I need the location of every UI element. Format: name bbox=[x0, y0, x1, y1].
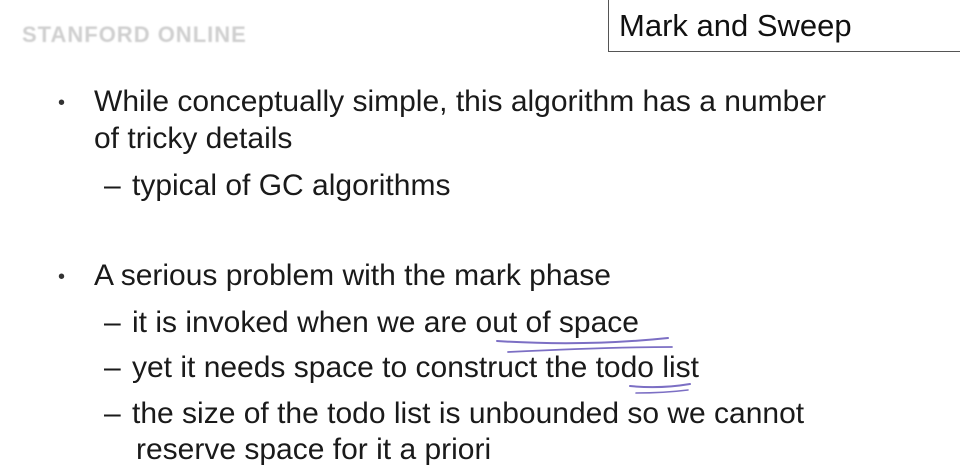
underline-todo-2 bbox=[635, 389, 689, 394]
bullet2-sub3-line2: reserve space for it a priori bbox=[136, 433, 492, 466]
bullet2-sub3: – the size of the todo list is unbounded … bbox=[104, 396, 804, 432]
bullet1-sub1: – typical of GC algorithms bbox=[104, 168, 450, 204]
bullet1-sub1-text: typical of GC algorithms bbox=[132, 169, 451, 202]
bullet2-sub2: – yet it needs space to construct the tod… bbox=[104, 350, 699, 386]
slide-title: Mark and Sweep bbox=[619, 8, 852, 43]
dash: – bbox=[104, 397, 121, 430]
todo-word: todo bbox=[595, 351, 654, 384]
out-of-space-phrase: out of space bbox=[475, 306, 639, 339]
bullet2-sub2-post: list bbox=[653, 351, 699, 384]
bullet1-line2: of tricky details bbox=[94, 122, 293, 155]
dash: – bbox=[104, 169, 121, 202]
bullet2-sub1-text: it is invoked when we are bbox=[132, 306, 476, 339]
bullet2-text: A serious problem with the mark phase bbox=[94, 259, 611, 292]
bullet1-line1: While conceptually simple, this algorith… bbox=[94, 85, 826, 118]
bullet2-sub2-text: yet it needs space to construct the bbox=[132, 351, 596, 384]
bullet-dot: • bbox=[58, 266, 66, 288]
bullet2-sub1: – it is invoked when we are out of space bbox=[104, 305, 639, 341]
bullet-dot: • bbox=[58, 92, 66, 114]
dash: – bbox=[104, 351, 121, 384]
logo: STANFORD ONLINE bbox=[22, 22, 247, 47]
dash: – bbox=[104, 306, 121, 339]
title-box: Mark and Sweep bbox=[608, 0, 960, 52]
bullet2-sub3-text: the size of the todo list is unbounded s… bbox=[132, 397, 805, 430]
underline-annotations bbox=[496, 337, 691, 394]
